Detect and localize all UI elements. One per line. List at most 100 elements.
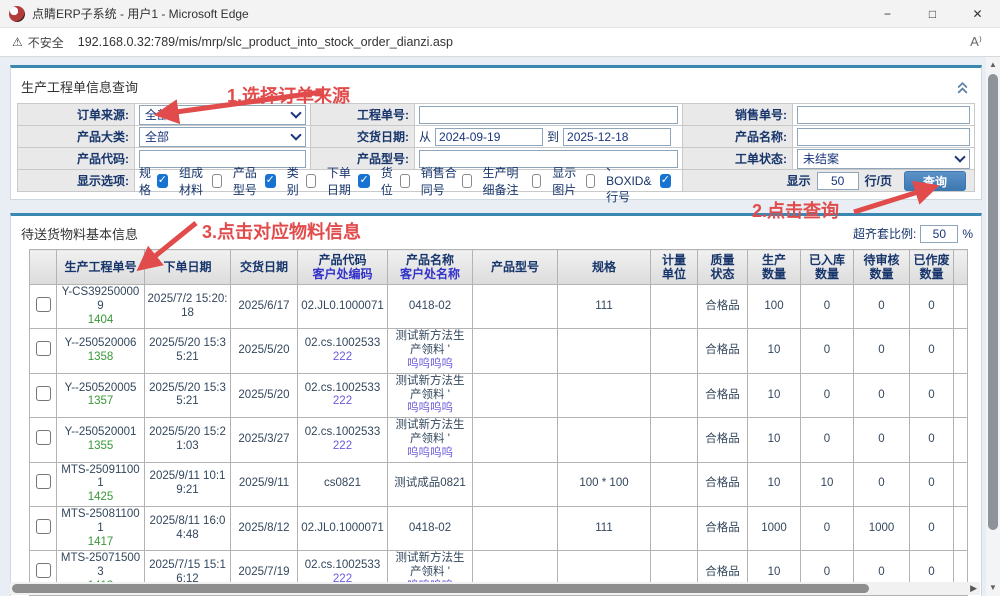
close-button[interactable]: ✕ [955,0,1000,27]
display-option-checkbox[interactable]: ✓ [660,174,671,188]
display-option-checkbox[interactable]: ✓ [358,174,369,188]
qty-pending-cell: 0 [854,418,910,462]
display-option-checkbox[interactable] [462,174,472,188]
chevron-down-icon [290,107,301,118]
qty-pending-cell: 0 [854,462,910,506]
horizontal-scrollbar[interactable]: ▶ [10,582,980,595]
display-option-checkbox[interactable]: ✓ [157,174,168,188]
qty-pending-cell: 0 [854,373,910,417]
window-title: 点睛ERP子系统 - 用户1 - Microsoft Edge [32,5,865,22]
quality-cell: 合格品 [698,462,748,506]
product-name-cell: 测试新方法生产领料 '呜呜呜呜 [388,418,473,462]
display-option-checkbox[interactable] [306,174,316,188]
display-option-checkbox[interactable] [586,174,596,188]
order-id-link[interactable]: 1425 [59,491,142,505]
row-checkbox[interactable] [36,341,51,356]
over-ratio-unit: % [962,227,973,241]
rows-per-page-group: 显示 行/页 查询 [683,170,975,192]
over-ratio-input[interactable] [920,225,958,243]
row-checkbox[interactable] [36,297,51,312]
browser-titlebar: 点睛ERP子系统 - 用户1 - Microsoft Edge − □ ✕ [0,0,1000,28]
product-name-cell: 测试新方法生产领料 '呜呜呜呜 [388,329,473,373]
delivery-date-to-input[interactable] [563,128,671,146]
sales-no-input[interactable] [797,106,970,124]
url-text[interactable]: 192.168.0.32:789/mis/mrp/slc_product_int… [78,35,964,49]
customer-code-link[interactable]: 222 [300,351,385,365]
order-no[interactable]: Y--250520001 [59,426,142,440]
row-checkbox[interactable] [36,519,51,534]
display-option-checkbox[interactable] [212,174,222,188]
delivery-date-cell: 2025/3/27 [231,418,298,462]
order-date-cell: 2025/9/11 10:19:21 [145,462,231,506]
display-option: 生产明细备注 [483,164,542,198]
column-header: 待审核 数量 [854,250,910,285]
qty-production-cell: 10 [748,373,801,417]
order-id-link[interactable]: 1357 [59,395,142,409]
vertical-scrollbar-thumb[interactable] [988,74,998,530]
order-no[interactable]: MTS-250811001 [59,508,142,536]
display-option: 下单日期✓ [327,164,370,198]
rows-prefix-label: 显示 [787,172,811,189]
row-select-cell [30,285,57,329]
display-option-label: 组成材料 [179,164,209,198]
row-checkbox[interactable] [36,563,51,578]
row-checkbox[interactable] [36,386,51,401]
order-date-cell: 2025/5/20 15:35:21 [145,329,231,373]
qty-voided-cell: 0 [910,418,954,462]
warning-icon: ⚠ [12,35,23,49]
rows-suffix-label: 行/页 [865,172,892,189]
qty-instock-cell: 0 [801,329,854,373]
order-id-link[interactable]: 1358 [59,351,142,365]
spec-cell [558,373,651,417]
spec-cell: 111 [558,506,651,550]
product-name-input[interactable] [797,128,970,146]
customer-name-link[interactable]: 呜呜呜呜 [390,402,470,416]
product-model-cell [473,285,558,329]
scroll-up-icon[interactable]: ▲ [986,60,1000,69]
query-panel: 生产工程单信息查询 订单来源: 全部 工程单号: 销售单号: 产品大类: 全部 [10,65,982,200]
column-header: 规格 [558,250,651,285]
order-no[interactable]: Y--250520006 [59,337,142,351]
customer-name-link[interactable]: 呜呜呜呜 [390,447,470,461]
product-category-select[interactable]: 全部 [139,127,306,147]
display-option-checkbox[interactable] [400,174,410,188]
order-id-link[interactable]: 1417 [59,536,142,550]
order-id-link[interactable]: 1404 [59,314,142,328]
order-no[interactable]: Y-CS392500009 [59,286,142,314]
display-option-checkbox[interactable] [532,174,542,188]
customer-code-link[interactable]: 222 [300,440,385,454]
order-no-cell: Y--2505200051357 [57,373,145,417]
order-no[interactable]: MTS-250911001 [59,464,142,492]
customer-name-link[interactable]: 呜呜呜呜 [390,358,470,372]
qty-voided-cell: 0 [910,329,954,373]
quality-cell: 合格品 [698,418,748,462]
maximize-button[interactable]: □ [910,0,955,27]
column-header: 质量 状态 [698,250,748,285]
customer-code-link[interactable]: 222 [300,395,385,409]
project-no-input[interactable] [419,106,678,124]
row-checkbox[interactable] [36,430,51,445]
order-source-select[interactable]: 全部 [139,105,306,125]
delivery-date-from-input[interactable] [435,128,543,146]
qty-instock-cell: 10 [801,462,854,506]
vertical-scrollbar[interactable]: ▲ ▼ [986,57,1000,596]
read-aloud-icon[interactable]: A⁾ [964,34,988,50]
scroll-down-icon[interactable]: ▼ [986,583,1000,592]
row-checkbox[interactable] [36,474,51,489]
order-no[interactable]: MTS-250715003 [59,552,142,580]
qty-production-cell: 100 [748,285,801,329]
order-id-link[interactable]: 1355 [59,440,142,454]
delivery-date-cell: 2025/8/12 [231,506,298,550]
address-bar[interactable]: ⚠ 不安全 192.168.0.32:789/mis/mrp/slc_produ… [0,28,1000,57]
minimize-button[interactable]: − [865,0,910,27]
horizontal-scrollbar-thumb[interactable] [12,584,869,593]
collapse-panel-icon[interactable] [956,81,969,99]
product-model-cell [473,462,558,506]
order-no-cell: Y--2505200011355 [57,418,145,462]
display-option-checkbox[interactable]: ✓ [265,174,276,188]
rows-per-page-input[interactable] [817,172,859,190]
order-status-select[interactable]: 未结案 [797,149,970,169]
order-no[interactable]: Y--250520005 [59,382,142,396]
scroll-right-icon[interactable]: ▶ [970,583,977,594]
search-button[interactable]: 查询 [904,171,966,191]
